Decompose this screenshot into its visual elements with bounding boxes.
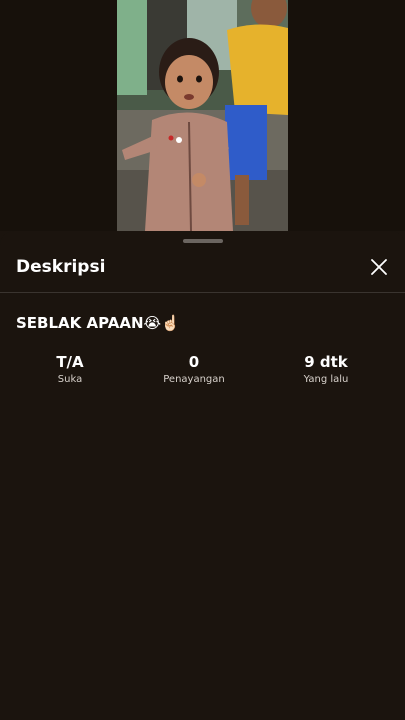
video-thumbnail — [117, 0, 288, 231]
close-icon — [371, 259, 387, 275]
stat-time: 9 dtk Yang lalu — [266, 353, 386, 385]
stat-views-value: 0 — [188, 353, 200, 371]
sheet-title: Deskripsi — [16, 257, 106, 277]
stat-likes-label: Suka — [57, 374, 83, 385]
stat-views: 0 Penayangan — [134, 353, 254, 385]
video-frame-image — [117, 0, 288, 231]
stats-row: T/A Suka 0 Penayangan 9 dtk Yang lalu — [0, 353, 405, 393]
stat-time-label: Yang lalu — [303, 374, 349, 385]
stat-views-label: Penayangan — [163, 374, 225, 385]
header-divider — [0, 292, 405, 293]
stat-time-value: 9 dtk — [304, 353, 348, 371]
sheet-header: Deskripsi — [0, 251, 405, 293]
stat-likes: T/A Suka — [10, 353, 130, 385]
close-button[interactable] — [367, 255, 391, 279]
stat-likes-value: T/A — [56, 353, 84, 371]
video-description: SEBLAK APAAN😭☝🏻 — [16, 314, 180, 332]
video-player[interactable] — [0, 0, 405, 231]
description-sheet: Deskripsi SEBLAK APAAN😭☝🏻 T/A Suka 0 Pen… — [0, 231, 405, 720]
drag-handle[interactable] — [183, 239, 223, 243]
